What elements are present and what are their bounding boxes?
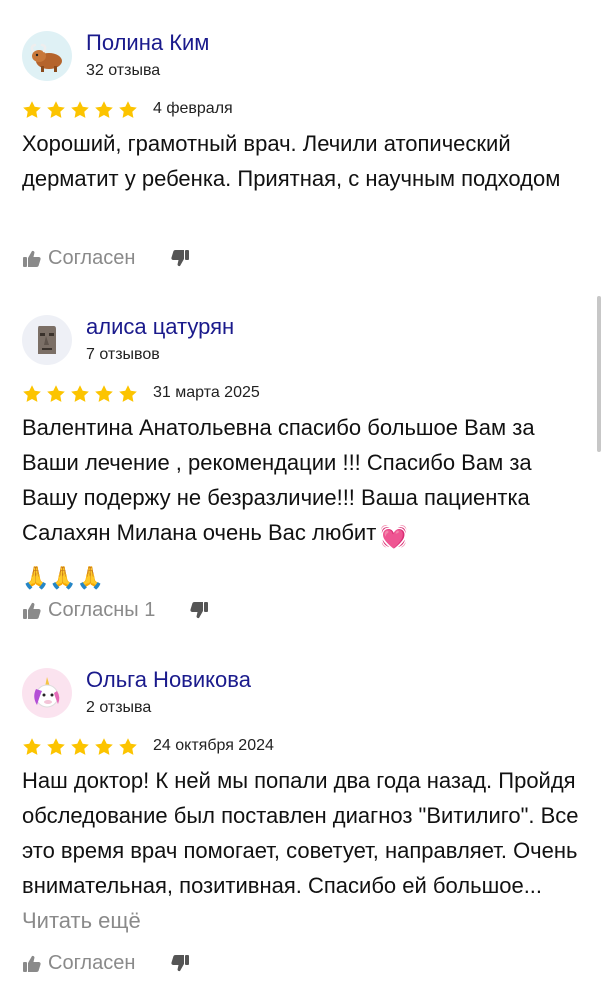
rating-stars <box>22 100 138 120</box>
review-date: 4 февраля <box>153 100 233 117</box>
read-more-link[interactable]: Читать ещё <box>22 908 141 933</box>
review-actions: Согласны 1 <box>22 599 155 622</box>
review-actions: Согласен <box>22 247 135 270</box>
star-icon <box>71 385 89 402</box>
agree-button[interactable]: Согласен <box>22 247 135 270</box>
agree-label: Согласны 1 <box>48 599 156 621</box>
praying-hands-emoji: 🙏🙏🙏 <box>22 565 105 590</box>
review-date: 24 октября 2024 <box>153 737 274 754</box>
star-icon <box>23 385 41 402</box>
avatar[interactable] <box>22 31 72 81</box>
unicorn-icon <box>34 677 60 708</box>
star-icon <box>23 738 41 755</box>
star-icon <box>95 738 113 755</box>
thumbs-up-icon <box>23 250 41 267</box>
star-icon <box>119 738 137 755</box>
star-icon <box>119 101 137 118</box>
avatar[interactable] <box>22 315 72 365</box>
star-icon <box>119 385 137 402</box>
review-text-body: Валентина Анатольевна спасибо большое Ва… <box>22 415 535 545</box>
agree-button[interactable]: Согласен <box>22 952 135 975</box>
thumbs-up-icon <box>23 955 41 972</box>
rating-stars <box>22 384 138 404</box>
review-actions: Согласен <box>22 952 135 975</box>
star-icon <box>47 738 65 755</box>
thumbs-down-icon[interactable] <box>170 953 190 973</box>
review-text: Наш доктор! К ней мы попали два года наз… <box>22 763 590 938</box>
author-name[interactable]: алиса цатурян <box>86 314 234 340</box>
star-icon <box>95 385 113 402</box>
moai-icon <box>38 326 56 354</box>
thumbs-down-icon[interactable] <box>170 248 190 268</box>
star-icon <box>47 385 65 402</box>
author-name[interactable]: Ольга Новикова <box>86 667 251 693</box>
rating-stars <box>22 737 138 757</box>
agree-label: Согласен <box>48 247 136 269</box>
heart-emoji: 💓 <box>380 524 408 549</box>
scrollbar[interactable] <box>597 296 601 452</box>
agree-label: Согласен <box>48 952 136 974</box>
review-text-body: Наш доктор! К ней мы попали два года наз… <box>22 768 579 898</box>
star-icon <box>47 101 65 118</box>
author-reviews-count: 32 отзыва <box>86 62 161 79</box>
star-icon <box>71 101 89 118</box>
author-name[interactable]: Полина Ким <box>86 30 209 56</box>
review-text: Хороший, грамотный врач. Лечили атопичес… <box>22 131 561 191</box>
star-icon <box>71 738 89 755</box>
author-reviews-count: 7 отзывов <box>86 346 160 363</box>
thumbs-down-icon[interactable] <box>189 600 209 620</box>
agree-button[interactable]: Согласны 1 <box>22 599 155 622</box>
star-icon <box>23 101 41 118</box>
avatar[interactable] <box>22 668 72 718</box>
thumbs-up-icon <box>23 602 41 619</box>
author-reviews-count: 2 отзыва <box>86 699 152 716</box>
yak-icon <box>30 43 62 72</box>
review-date: 31 марта 2025 <box>153 384 260 401</box>
star-icon <box>95 101 113 118</box>
review-text: Валентина Анатольевна спасибо большое Ва… <box>22 410 590 595</box>
